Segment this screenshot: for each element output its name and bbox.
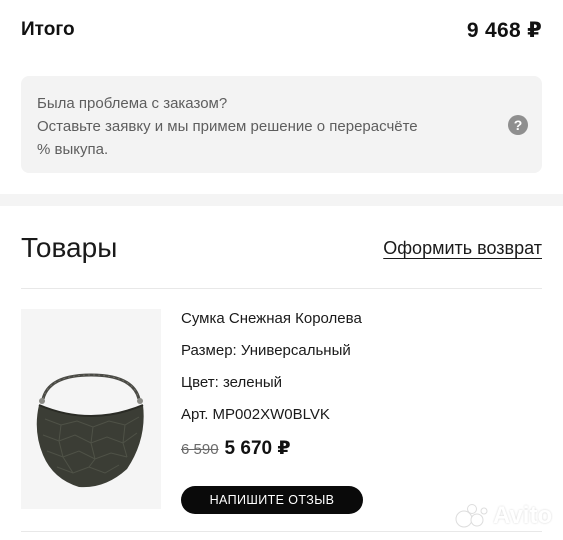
old-price: 6 590 xyxy=(181,441,219,458)
product-sku: Арт. MP002XW0BLVK xyxy=(181,406,330,423)
handbag-image xyxy=(21,309,161,509)
order-problem-notice[interactable]: Была проблема с заказом? Оставьте заявку… xyxy=(21,76,542,173)
notice-line: Была проблема с заказом? xyxy=(37,95,228,112)
notice-line: % выкупа. xyxy=(37,141,109,158)
order-total-row: Итого 9 468 ₽ xyxy=(21,14,542,46)
products-title: Товары xyxy=(21,232,118,263)
watermark-text: Avito xyxy=(493,502,553,529)
divider xyxy=(21,288,542,289)
notice-line: Оставьте заявку и мы примем решение о пе… xyxy=(37,118,418,135)
total-value: 9 468 ₽ xyxy=(466,18,542,42)
return-link[interactable]: Оформить возврат xyxy=(383,238,542,259)
product-name[interactable]: Сумка Снежная Королева xyxy=(181,309,541,329)
product-color: Цвет: зеленый xyxy=(181,374,283,391)
total-label: Итого xyxy=(21,19,75,40)
avito-logo-icon xyxy=(455,504,488,528)
question-circle-icon[interactable]: ? xyxy=(508,115,528,135)
price-row: 6 590 5 670 ₽ xyxy=(181,437,541,460)
write-review-button[interactable]: НАПИШИТЕ ОТЗЫВ xyxy=(181,486,363,514)
product-size: Размер: Универсальный xyxy=(181,342,351,359)
product-details: Сумка Снежная Королева Размер: Универсал… xyxy=(181,309,541,460)
products-header: Товары Оформить возврат xyxy=(21,226,542,270)
section-divider xyxy=(0,194,563,206)
new-price: 5 670 ₽ xyxy=(224,438,291,459)
avito-watermark: Avito xyxy=(455,498,552,534)
product-image[interactable] xyxy=(21,309,161,509)
